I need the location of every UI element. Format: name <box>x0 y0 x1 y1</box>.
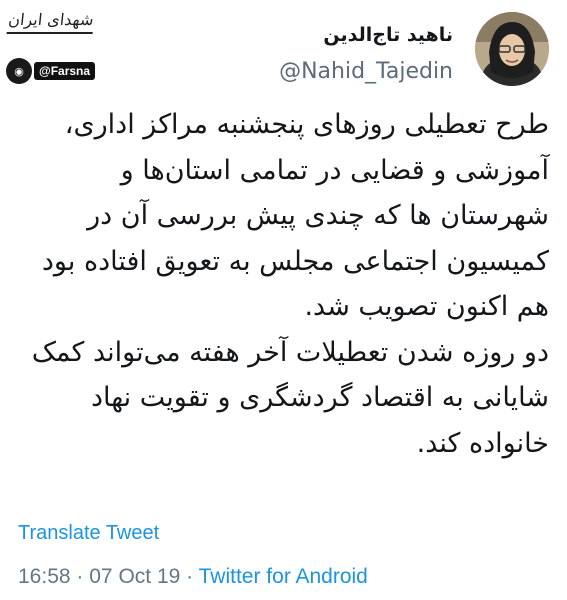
tweet-time[interactable]: 16:58 <box>18 565 71 588</box>
farsna-watermark: ◉ @Farsna <box>6 56 96 86</box>
display-name[interactable]: ناهید تاج‌الدین <box>279 22 453 48</box>
avatar[interactable] <box>475 12 549 86</box>
camera-icon: ◉ <box>6 58 32 84</box>
separator: · <box>186 565 194 588</box>
tweet-paragraph: دو روزه شدن تعطیلات آخر هفته می‌تواند کم… <box>31 336 549 459</box>
translate-tweet-link[interactable]: Translate Tweet <box>18 522 159 545</box>
tweet-source-link[interactable]: Twitter for Android <box>199 565 368 588</box>
tweet-text: طرح تعطیلی روزهای پنجشنبه مراکز اداری، آ… <box>18 102 549 466</box>
tweet-paragraph: طرح تعطیلی روزهای پنجشنبه مراکز اداری، آ… <box>41 109 549 322</box>
tweet-meta: 16:58 · 07 Oct 19 · Twitter for Android <box>18 565 368 589</box>
separator: · <box>76 565 84 588</box>
username-handle[interactable]: @Nahid_Tajedin <box>279 58 453 86</box>
farsna-label: @Farsna <box>34 62 96 80</box>
tweet-date[interactable]: 07 Oct 19 <box>89 565 180 588</box>
avatar-image <box>475 12 549 86</box>
author-names: ناهید تاج‌الدین @Nahid_Tajedin <box>279 22 453 86</box>
watermark-logo: شهدای ایران <box>6 6 96 34</box>
